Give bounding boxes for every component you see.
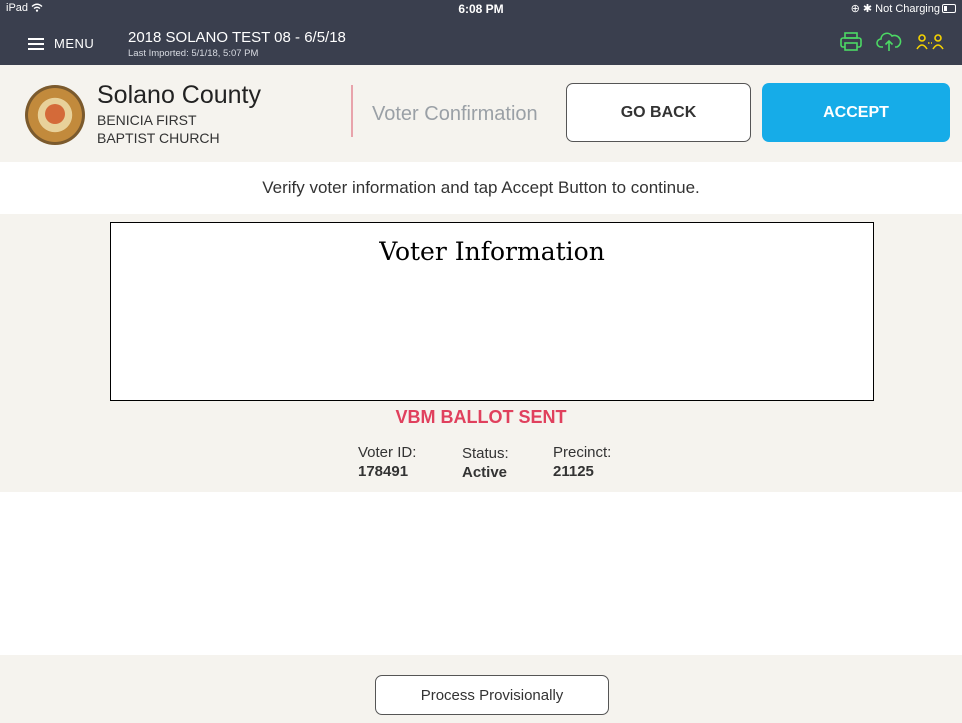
bluetooth-icon: ✱ [862,3,873,15]
header-divider [351,85,353,137]
voter-id-label: Voter ID: [358,444,417,461]
accept-button[interactable]: ACCEPT [762,83,950,142]
site-name-line1: BENICIA FIRST [97,112,197,128]
last-imported: Last Imported: 5/1/18, 5:07 PM [128,48,259,59]
status-label: Status: [462,445,509,462]
app-bar-icons [840,32,944,52]
page-title: Voter Confirmation [372,103,538,125]
charging-status: Not Charging [875,3,940,15]
hamburger-icon [28,37,44,50]
voter-information-title: Voter Information [379,237,605,266]
status-time: 6:08 PM [458,2,504,16]
precinct-label: Precinct: [553,444,612,461]
top-bar: iPad 6:08 PM ⊕ ✱ Not Charging MENU 2018 … [0,0,962,65]
status-field: Status: Active [462,444,509,482]
battery-icon [942,4,956,13]
page-header: Solano County BENICIA FIRST BAPTIST CHUR… [0,65,962,162]
county-seal-logo [25,85,85,145]
voter-id-value: 178491 [358,463,409,480]
county-name: Solano County [97,81,262,109]
process-provisionally-button[interactable]: Process Provisionally [375,675,609,715]
precinct-field: Precinct: 21125 [553,443,611,481]
status-value: Active [462,464,508,481]
voter-panel: Voter Information VBM BALLOT SENT Voter … [0,214,962,492]
instruction-text: Verify voter information and tap Accept … [262,178,700,197]
menu-button[interactable]: MENU [28,36,94,51]
voter-id-field: Voter ID: 178491 [358,443,416,481]
users-sync-icon[interactable] [916,33,944,51]
printer-icon[interactable] [840,32,862,52]
voter-information-box: Voter Information [110,222,874,401]
status-right: ⊕ ✱ Not Charging [851,2,940,15]
site-name-line2: BAPTIST CHURCH [97,130,220,146]
precinct-value: 21125 [553,463,594,480]
go-back-button[interactable]: GO BACK [566,83,751,142]
footer-bar: Process Provisionally [0,655,962,723]
cloud-upload-icon[interactable] [876,32,902,52]
election-title: 2018 SOLANO TEST 08 - 6/5/18 [128,29,346,46]
orientation-lock-icon: ⊕ [850,3,860,15]
ballot-status-label: VBM BALLOT SENT [395,407,567,427]
menu-label: MENU [54,36,95,51]
